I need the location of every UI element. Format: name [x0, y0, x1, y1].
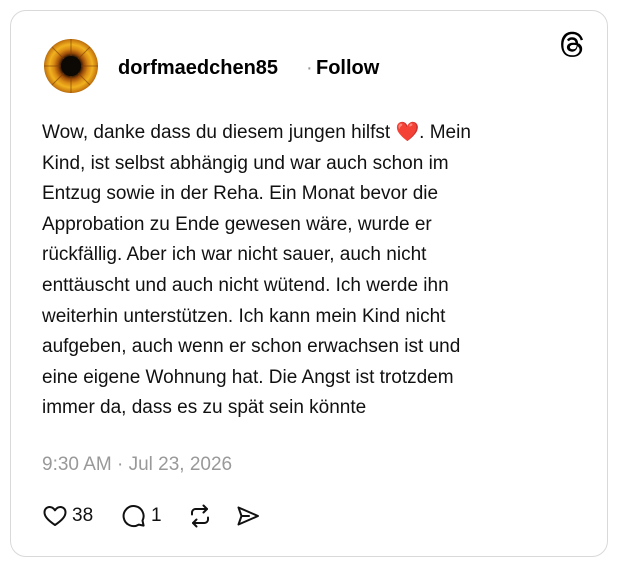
post-body-line: Kind, ist selbst abhängig und war auch s…: [42, 152, 449, 174]
reply-count: 1: [151, 505, 162, 526]
reply-button[interactable]: 1: [121, 501, 162, 531]
repost-button[interactable]: [187, 501, 213, 531]
repost-icon: [191, 504, 209, 528]
post-body-line: immer da, dass es zu spät sein könnte: [42, 397, 367, 419]
post-body-line: enttäuscht und auch nicht wütend. Ich we…: [42, 274, 449, 296]
post-body-line: eine eigene Wohnung hat. Die Angst ist t…: [42, 366, 454, 388]
follow-button[interactable]: Follow: [316, 56, 379, 80]
post-body-line: Approbation zu Ende gewesen wäre, wurde …: [42, 213, 432, 235]
username[interactable]: dorfmaedchen85: [118, 56, 278, 80]
comment-icon: [122, 505, 145, 528]
share-icon: [237, 506, 259, 526]
heart-icon: [43, 506, 67, 526]
post-body-line: aufgeben, auch wenn er schon erwachsen i…: [42, 336, 461, 358]
post-body-line: Wow, danke dass du diesem jungen hilfst …: [42, 122, 471, 143]
share-button[interactable]: [235, 501, 261, 531]
avatar-image: [44, 39, 98, 93]
threads-logo-icon[interactable]: [559, 31, 587, 59]
avatar[interactable]: [44, 39, 98, 93]
separator-dot: ·: [306, 57, 313, 79]
like-button[interactable]: 38: [42, 501, 93, 531]
post-body-text: Wow, danke dass du diesem jungen hilfst …: [42, 118, 582, 424]
like-count: 38: [72, 505, 94, 526]
red-heart-emoji-icon: ❤️: [395, 122, 420, 143]
post-card: dorfmaedchen85 · Follow Wow, danke dass …: [10, 10, 608, 557]
post-body-line: rückfällig. Aber ich war nicht sauer, au…: [42, 244, 427, 266]
post-timestamp[interactable]: 9:30 AM · Jul 23, 2026: [42, 453, 232, 477]
post-body-line: Entzug sowie in der Reha. Ein Monat bevo…: [42, 183, 439, 205]
post-body-line: weiterhin unterstützen. Ich kann mein Ki…: [42, 305, 446, 327]
